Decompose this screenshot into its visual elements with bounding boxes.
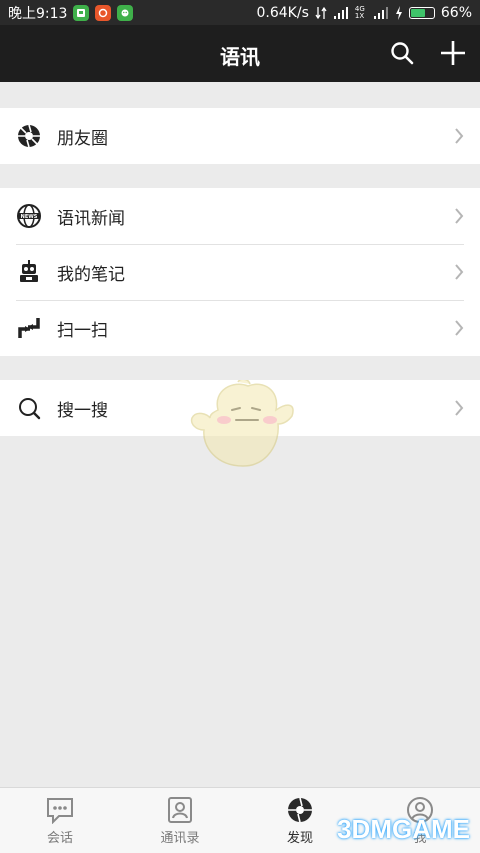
- menu-label: 朋友圈: [57, 128, 108, 149]
- charging-icon: [395, 5, 402, 20]
- search-icon: [391, 42, 414, 65]
- search-button[interactable]: [387, 38, 417, 68]
- data-transfer-icon: [315, 6, 327, 19]
- battery-level: [410, 8, 425, 17]
- tab-contacts[interactable]: 通讯录: [120, 788, 240, 853]
- plus-icon: [441, 41, 465, 65]
- signal-icon-2: [373, 6, 388, 19]
- discover-icon: [288, 797, 312, 823]
- menu-item-news[interactable]: NEWS 语讯新闻: [0, 188, 480, 244]
- battery-icon: [408, 6, 435, 19]
- tab-label: 发现: [286, 831, 313, 846]
- header-bar: 语讯: [0, 25, 480, 82]
- battery-percent: 66%: [440, 4, 472, 21]
- news-globe-icon: NEWS: [16, 203, 42, 229]
- network-type: 4G 1X: [354, 4, 365, 20]
- menu-label: 扫一扫: [57, 320, 108, 341]
- menu-label: 语讯新闻: [57, 208, 125, 229]
- menu-group-tools: NEWS 语讯新闻 我的笔记 扫一扫: [0, 188, 480, 356]
- chevron-right-icon: [455, 128, 464, 144]
- tab-label: 会话: [46, 831, 73, 846]
- chevron-right-icon: [455, 208, 464, 224]
- menu-label: 搜一搜: [57, 400, 108, 421]
- robot-icon: [16, 259, 42, 285]
- menu-item-notes[interactable]: 我的笔记: [0, 244, 480, 300]
- chevron-right-icon: [455, 400, 464, 416]
- mascot-illustration: [190, 380, 294, 467]
- menu-group-moments: 朋友圈: [0, 108, 480, 164]
- svg-text:NEWS: NEWS: [21, 214, 38, 220]
- tab-chats[interactable]: 会话: [0, 788, 120, 853]
- network-speed: 0.64K/s: [256, 4, 309, 21]
- chevron-right-icon: [455, 320, 464, 336]
- signal-icon: [333, 6, 348, 19]
- search-icon: [16, 395, 42, 421]
- wechat-notification-icon: [117, 4, 134, 21]
- bottom-tab-bar: 会话 通讯录 发现 我 3DMGAME: [0, 787, 480, 853]
- contacts-icon: [168, 797, 192, 823]
- menu-item-scan[interactable]: 扫一扫: [0, 300, 480, 356]
- sim-icon: [73, 4, 90, 21]
- app-notification-icon: [95, 4, 112, 21]
- chevron-right-icon: [455, 264, 464, 280]
- status-time: 晚上9:13: [8, 5, 68, 22]
- add-button[interactable]: [438, 38, 468, 68]
- watermark-logo: 3DMGAME: [337, 814, 470, 844]
- chat-icon: [47, 798, 73, 824]
- menu-label: 我的笔记: [57, 264, 125, 285]
- menu-item-moments[interactable]: 朋友圈: [0, 108, 480, 164]
- tab-label: 通讯录: [160, 831, 200, 846]
- scan-icon: [16, 315, 42, 341]
- aperture-icon: [16, 123, 42, 149]
- status-bar: 晚上9:13 0.64K/s 4G 1X 66%: [0, 0, 480, 25]
